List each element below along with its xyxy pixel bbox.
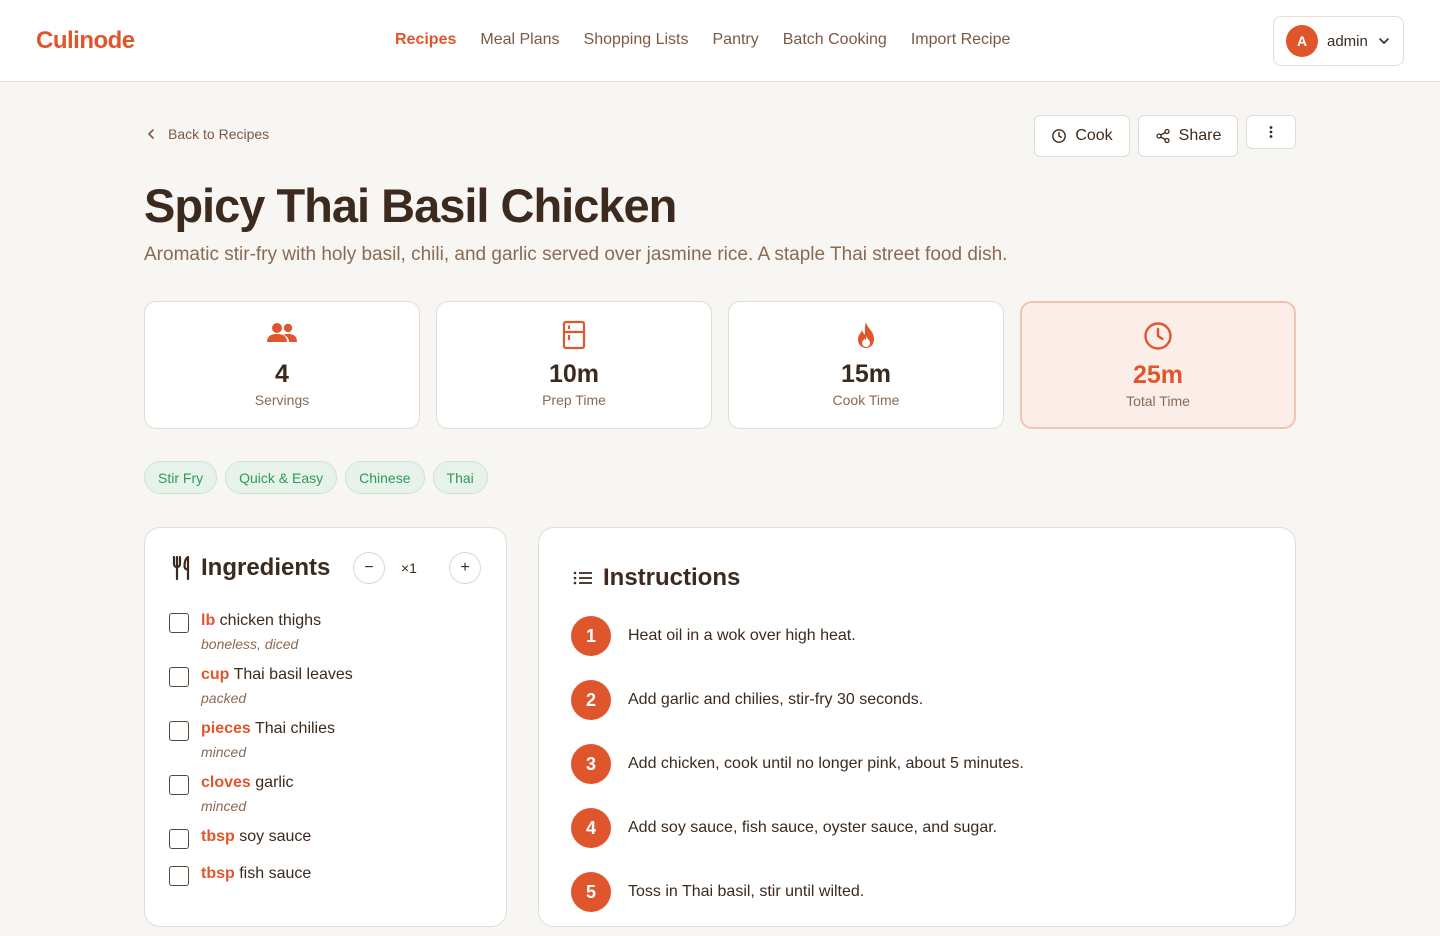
ingredient-item: cloves garlic minced [169, 772, 353, 816]
clock-icon [1052, 129, 1067, 143]
chevron-down-icon [1379, 38, 1389, 44]
share-icon [1155, 128, 1170, 144]
cook-label: Cook [1075, 127, 1113, 144]
step-number: 4 [571, 808, 611, 848]
total-time-value: 25m [1132, 361, 1184, 389]
page-title: Spicy Thai Basil Chicken [144, 179, 677, 232]
nav-recipes[interactable]: Recipes [395, 31, 456, 49]
step-number: 2 [571, 680, 611, 720]
utensils-icon [172, 556, 190, 580]
instruction-step: 4 Add soy sauce, fish sauce, oyster sauc… [571, 808, 1024, 848]
instruction-step: 3 Add chicken, cook until no longer pink… [571, 744, 1024, 784]
stat-servings: 4 Servings [144, 301, 420, 429]
step-number: 3 [571, 744, 611, 784]
ingredient-note: packed [201, 690, 247, 706]
ingredient-note: minced [201, 798, 247, 814]
cook-button[interactable]: Cook [1034, 115, 1130, 157]
ingredient-checkbox[interactable] [169, 829, 189, 849]
ingredient-item: pieces Thai chilies minced [169, 718, 353, 762]
nav-pantry[interactable]: Pantry [713, 31, 759, 49]
nav-meal-plans[interactable]: Meal Plans [480, 31, 559, 49]
recipe-description: Aromatic stir-fry with holy basil, chili… [144, 244, 1008, 265]
main-nav: Recipes Meal Plans Shopping Lists Pantry… [395, 31, 1010, 49]
share-button[interactable]: Share [1138, 115, 1238, 157]
servings-value: 4 [275, 360, 289, 388]
user-menu-button[interactable]: A admin [1273, 16, 1404, 66]
servings-label: Servings [254, 392, 310, 408]
instruction-step: 2 Add garlic and chilies, stir-fry 30 se… [571, 680, 1024, 720]
list-icon [573, 571, 592, 585]
ingredient-checkbox[interactable] [169, 775, 189, 795]
instruction-step: 5 Toss in Thai basil, stir until wilted. [571, 872, 1024, 912]
tag-quick-easy[interactable]: Quick & Easy [225, 461, 338, 494]
more-options-button[interactable] [1246, 115, 1296, 149]
ingredient-checkbox[interactable] [169, 866, 189, 886]
ingredient-name: Thai chilies [254, 720, 335, 737]
ingredient-name: garlic [255, 774, 294, 791]
ingredient-name: soy sauce [239, 828, 312, 845]
people-icon [267, 323, 297, 342]
instruction-step: 1 Heat oil in a wok over high heat. [571, 616, 1024, 656]
stat-total-time: 25m Total Time [1020, 301, 1296, 429]
ingredient-unit: cup [201, 666, 230, 683]
ingredients-title: Ingredients [201, 554, 331, 581]
cook-time-value: 15m [840, 360, 892, 388]
tag-list: Stir Fry Quick & Easy Chinese Thai [144, 461, 488, 494]
ingredient-item: cup Thai basil leaves packed [169, 664, 353, 708]
ingredient-item: tbsp fish sauce [169, 863, 353, 886]
prep-time-label: Prep Time [542, 392, 606, 408]
ingredient-unit: tbsp [201, 865, 235, 882]
user-name: admin [1327, 32, 1368, 50]
prep-time-value: 10m [548, 360, 600, 388]
avatar: A [1286, 25, 1318, 57]
ingredients-panel: Ingredients − ×1 + lb chicken thighs bone… [144, 527, 507, 927]
step-text: Toss in Thai basil, stir until wilted. [628, 883, 865, 900]
total-time-label: Total Time [1126, 393, 1190, 409]
tag-chinese[interactable]: Chinese [345, 461, 425, 494]
ingredient-checkbox[interactable] [169, 613, 189, 633]
tag-stir-fry[interactable]: Stir Fry [144, 461, 218, 494]
stat-prep-time: 10m Prep Time [436, 301, 712, 429]
back-to-recipes-link[interactable]: Back to Recipes [144, 126, 269, 142]
ingredient-name: chicken thighs [219, 612, 322, 629]
decrease-servings-button[interactable]: − [353, 552, 385, 584]
ingredient-unit: tbsp [201, 828, 235, 845]
app-logo[interactable]: Culinode [36, 27, 135, 55]
instructions-title: Instructions [603, 564, 741, 591]
step-number: 5 [571, 872, 611, 912]
ingredient-unit: cloves [201, 774, 251, 791]
nav-shopping-lists[interactable]: Shopping Lists [584, 31, 689, 49]
share-label: Share [1178, 127, 1222, 144]
ingredient-unit: lb [201, 612, 216, 629]
step-text: Add garlic and chilies, stir-fry 30 seco… [628, 691, 924, 708]
nav-import-recipe[interactable]: Import Recipe [911, 31, 1011, 49]
fridge-icon [562, 320, 586, 350]
tag-thai[interactable]: Thai [432, 461, 488, 494]
ingredient-name: Thai basil leaves [233, 666, 353, 683]
ingredient-item: tbsp soy sauce [169, 826, 353, 849]
flame-icon [858, 322, 874, 348]
ingredient-name: fish sauce [239, 865, 312, 882]
cook-time-label: Cook Time [832, 392, 900, 408]
step-text: Add soy sauce, fish sauce, oyster sauce,… [628, 819, 998, 836]
ingredient-checkbox[interactable] [169, 721, 189, 741]
nav-batch-cooking[interactable]: Batch Cooking [783, 31, 887, 49]
step-text: Heat oil in a wok over high heat. [628, 627, 856, 644]
chevron-left-icon [148, 129, 154, 139]
step-text: Add chicken, cook until no longer pink, … [628, 755, 1024, 772]
ingredient-item: lb chicken thighs boneless, diced [169, 610, 353, 654]
ingredient-note: minced [201, 744, 247, 760]
servings-scale: ×1 [401, 560, 417, 576]
clock-icon [1144, 322, 1172, 350]
ingredient-unit: pieces [201, 720, 251, 737]
increase-servings-button[interactable]: + [449, 552, 481, 584]
more-vertical-icon [1269, 126, 1273, 138]
stat-cook-time: 15m Cook Time [728, 301, 1004, 429]
ingredient-checkbox[interactable] [169, 667, 189, 687]
back-label: Back to Recipes [168, 126, 270, 142]
ingredient-note: boneless, diced [201, 636, 299, 652]
top-navbar: Culinode Recipes Meal Plans Shopping Lis… [0, 0, 1440, 82]
instructions-panel: Instructions 1 Heat oil in a wok over hi… [538, 527, 1296, 927]
step-number: 1 [571, 616, 611, 656]
